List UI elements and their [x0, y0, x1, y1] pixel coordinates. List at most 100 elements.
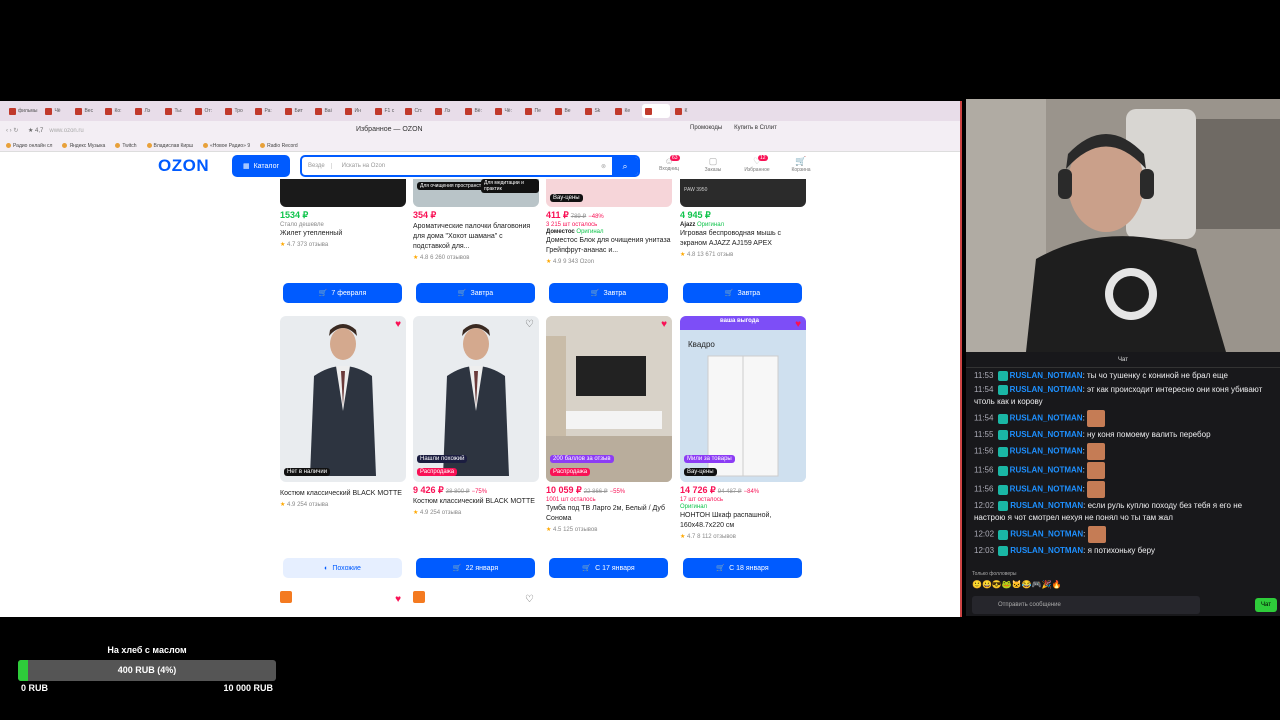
- product-card[interactable]: Вау-цены 411 ₽789 ₽ −48% 3 215 шт осталось Д…: [546, 179, 672, 265]
- chat-input[interactable]: Отправить сообщение: [972, 596, 1200, 614]
- browser-tab[interactable]: Sk: [582, 104, 610, 118]
- browser-tab[interactable]: К: [672, 104, 700, 118]
- header-favorites-button[interactable]: ♡ 12 Избранное: [742, 155, 772, 173]
- chat-message: 11:55 RUSLAN_NOTMAN: ну коня помоему вал…: [966, 429, 1280, 441]
- browser-tab[interactable]: фильмы: [6, 104, 40, 118]
- nav-buttons[interactable]: ‹ › ↻: [6, 127, 28, 134]
- bookmark-item[interactable]: Владислав Кирш: [147, 143, 194, 149]
- heart-icon[interactable]: ♥: [395, 320, 401, 330]
- catalog-button[interactable]: ▦ Каталог: [232, 155, 290, 177]
- delivery-button[interactable]: 🛒 7 февраля: [283, 283, 402, 303]
- message-username[interactable]: RUSLAN_NOTMAN: [1010, 485, 1083, 494]
- product-title[interactable]: Жилет утепленный: [280, 229, 406, 239]
- message-username[interactable]: RUSLAN_NOTMAN: [1010, 414, 1083, 423]
- message-username[interactable]: RUSLAN_NOTMAN: [1010, 501, 1083, 510]
- product-title[interactable]: Костюм классический BLACK MOTTE: [413, 497, 539, 507]
- message-username[interactable]: RUSLAN_NOTMAN: [1010, 530, 1083, 539]
- product-image[interactable]: [280, 179, 406, 207]
- browser-tab[interactable]: Чё:: [492, 104, 520, 118]
- product-image[interactable]: ♥ 200 баллов за отзыв Распродажа: [546, 316, 672, 482]
- tab-favicon-icon: [285, 107, 293, 115]
- message-username[interactable]: RUSLAN_NOTMAN: [1010, 466, 1083, 475]
- heart-icon[interactable]: ♥: [795, 320, 801, 330]
- header-orders-button[interactable]: ▢ Заказы: [698, 156, 728, 173]
- browser-tab[interactable]: Ваі: [312, 104, 340, 118]
- product-image[interactable]: ваша выгода Квадро ♥ Мили за товары Вау-цены: [680, 316, 806, 482]
- product-price: 411 ₽789 ₽ −48%: [546, 210, 672, 221]
- product-image[interactable]: Вау-цены: [546, 179, 672, 207]
- search-scope[interactable]: Везде: [302, 163, 332, 169]
- browser-tab[interactable]: Пе: [522, 104, 550, 118]
- browser-tab[interactable]: F1 c: [372, 104, 400, 118]
- bookmark-item[interactable]: Яндекс Музыка: [62, 143, 105, 149]
- ozon-logo[interactable]: OZON: [158, 156, 209, 176]
- bookmark-item[interactable]: Twitch: [115, 143, 136, 149]
- browser-tab[interactable]: Ко:: [102, 104, 130, 118]
- product-title[interactable]: Ароматические палочки благовония для дом…: [413, 222, 539, 252]
- browser-tab[interactable]: Ве: [552, 104, 580, 118]
- delivery-button[interactable]: 🛒 Завтра: [416, 283, 535, 303]
- browser-tab[interactable]: [642, 104, 671, 118]
- browser-tab[interactable]: Ин: [342, 104, 370, 118]
- emote-icon: [1087, 443, 1106, 460]
- message-username[interactable]: RUSLAN_NOTMAN: [1010, 546, 1083, 555]
- header-cart-button[interactable]: 🛒 Корзина: [786, 156, 816, 173]
- product-image[interactable]: ♡ Нашли похожий Распродажа: [413, 316, 539, 482]
- product-image[interactable]: PAW 3950: [680, 179, 806, 207]
- heart-icon[interactable]: ♡: [525, 595, 534, 605]
- product-card[interactable]: ♥ Нет в наличии Костюм классический BLACK …: [280, 316, 406, 508]
- browser-tab[interactable]: Вё:: [462, 104, 490, 118]
- bookmark-item[interactable]: Радио онлайн сл: [6, 143, 52, 149]
- product-title[interactable]: Доместос Блок для очищения унитаза Грейп…: [546, 236, 672, 256]
- delivery-button[interactable]: 🛒 Завтра: [683, 283, 802, 303]
- browser-tab[interactable]: Тро: [222, 104, 250, 118]
- message-text: :: [1082, 413, 1085, 423]
- emote-row[interactable]: 🙂😀😎🐸🐱😂🎮🎉🔥: [972, 580, 1062, 589]
- heart-icon[interactable]: ♥: [395, 595, 401, 605]
- bookmark-item[interactable]: «Новое Радио» 9: [203, 143, 250, 149]
- product-title[interactable]: Игровая беспроводная мышь с экраном AJAZ…: [680, 229, 806, 249]
- message-username[interactable]: RUSLAN_NOTMAN: [1010, 447, 1083, 456]
- browser-tab[interactable]: Ты:: [162, 104, 190, 118]
- browser-tab[interactable]: Вес: [72, 104, 100, 118]
- browser-tab[interactable]: Бит: [282, 104, 310, 118]
- product-image[interactable]: Для очищения пространства Для медитации и…: [413, 179, 539, 207]
- product-title[interactable]: Костюм классический BLACK MOTTE: [280, 489, 406, 499]
- delivery-button[interactable]: 🛒 С 18 января: [683, 558, 802, 578]
- product-image[interactable]: ♥ Нет в наличии: [280, 316, 406, 482]
- browser-tab[interactable]: Лэ: [432, 104, 460, 118]
- heart-icon[interactable]: ♥: [661, 320, 667, 330]
- message-username[interactable]: RUSLAN_NOTMAN: [1010, 430, 1083, 439]
- clear-icon[interactable]: ⊗: [601, 163, 606, 170]
- split-button[interactable]: Купить в Сплит: [734, 125, 777, 131]
- delivery-button[interactable]: 🛒 С 17 января: [549, 558, 668, 578]
- browser-tab[interactable]: Сп:: [402, 104, 430, 118]
- browser-tab[interactable]: Лэ: [132, 104, 160, 118]
- product-card[interactable]: Для очищения пространства Для медитации и…: [413, 179, 539, 261]
- url-field[interactable]: www.ozon.ru: [49, 128, 83, 134]
- product-card[interactable]: ♥ 200 баллов за отзыв Распродажа 10 059 ₽22…: [546, 316, 672, 533]
- delivery-button[interactable]: 🛒 Завтра: [549, 283, 668, 303]
- search-input[interactable]: Искать на Ozon: [332, 163, 601, 169]
- search-bar[interactable]: Везде Искать на Ozon ⊗ ⌕: [300, 155, 640, 177]
- header-profile-button[interactable]: ☺ 63 Входниц: [654, 155, 684, 173]
- delivery-button[interactable]: 🛒 22 января: [416, 558, 535, 578]
- promo-button[interactable]: Промокоды: [690, 125, 722, 131]
- browser-tab[interactable]: От:: [192, 104, 220, 118]
- message-username[interactable]: RUSLAN_NOTMAN: [1010, 385, 1083, 394]
- delivery-button[interactable]: ◐ Похожие: [283, 558, 402, 578]
- search-icon[interactable]: ⌕: [612, 157, 638, 175]
- product-title[interactable]: НОНТОН Шкаф распашной, 160x48.7x220 см: [680, 511, 806, 531]
- product-title[interactable]: Тумба под ТВ Ларго 2м, Белый / Дуб Соном…: [546, 504, 672, 524]
- product-card[interactable]: ♡ Нашли похожий Распродажа 9 426 ₽38 800 ₽ −…: [413, 316, 539, 516]
- heart-icon[interactable]: ♡: [525, 320, 534, 330]
- chat-send-button[interactable]: Чат: [1255, 598, 1277, 612]
- product-card[interactable]: PAW 3950 4 945 ₽ Ajazz Оригинал Игровая бес…: [680, 179, 806, 258]
- message-username[interactable]: RUSLAN_NOTMAN: [1010, 371, 1083, 380]
- product-card[interactable]: 1534 ₽ Стало дешевле Жилет утепленный ★ 4.7…: [280, 179, 406, 248]
- browser-tab[interactable]: Ра:: [252, 104, 280, 118]
- browser-tab[interactable]: Чё: [42, 104, 70, 118]
- product-card[interactable]: ваша выгода Квадро ♥ Мили за товары Вау-цены…: [680, 316, 806, 540]
- browser-tab[interactable]: Ке: [612, 104, 640, 118]
- bookmark-item[interactable]: Radio Record: [260, 143, 298, 149]
